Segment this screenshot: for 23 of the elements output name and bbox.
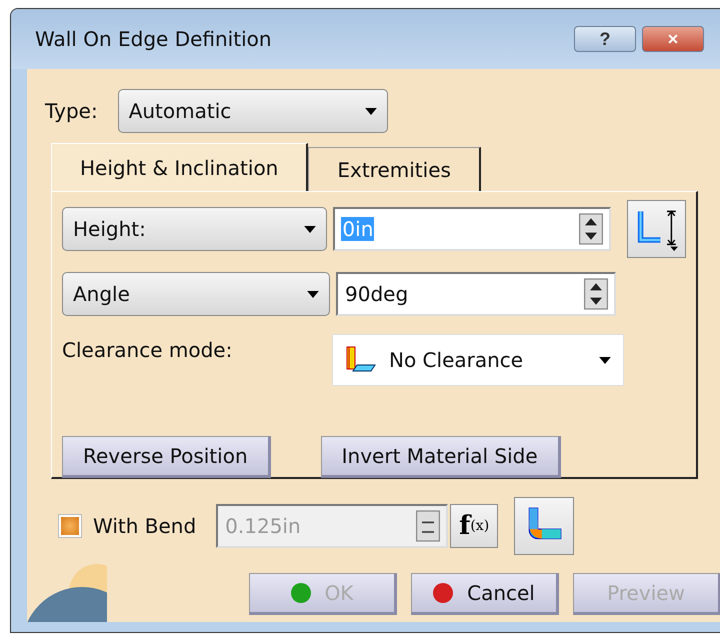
clearance-dropdown[interactable]: No Clearance	[332, 334, 624, 386]
with-bend-label: With Bend	[93, 514, 196, 538]
help-button[interactable]: ?	[574, 26, 636, 52]
window-title: Wall On Edge Definition	[35, 27, 272, 51]
clearance-label: Clearance mode:	[62, 337, 234, 362]
type-dropdown[interactable]: Automatic	[118, 89, 388, 133]
bend-button[interactable]	[514, 497, 574, 555]
tab[interactable]: Extremities	[308, 147, 481, 191]
dialog-button[interactable]: Cancel	[411, 573, 559, 615]
tab[interactable]: Height & Inclination	[51, 143, 308, 191]
spinner-icon[interactable]	[578, 213, 603, 245]
caret-icon	[599, 356, 611, 364]
caret-icon	[304, 226, 316, 232]
caret-icon	[364, 108, 377, 114]
panel-button[interactable]: Invert Material Side	[320, 436, 561, 478]
height-dropdown[interactable]: Height:	[62, 207, 328, 251]
angle-field[interactable]: 90deg	[336, 272, 616, 316]
panel-button[interactable]: Reverse Position	[62, 436, 271, 478]
height-mode-button[interactable]	[626, 200, 686, 258]
spinner-icon[interactable]	[584, 278, 608, 310]
angle-dropdown[interactable]: Angle	[62, 272, 330, 316]
type-label: Type:	[45, 99, 98, 123]
caret-icon	[307, 290, 319, 298]
